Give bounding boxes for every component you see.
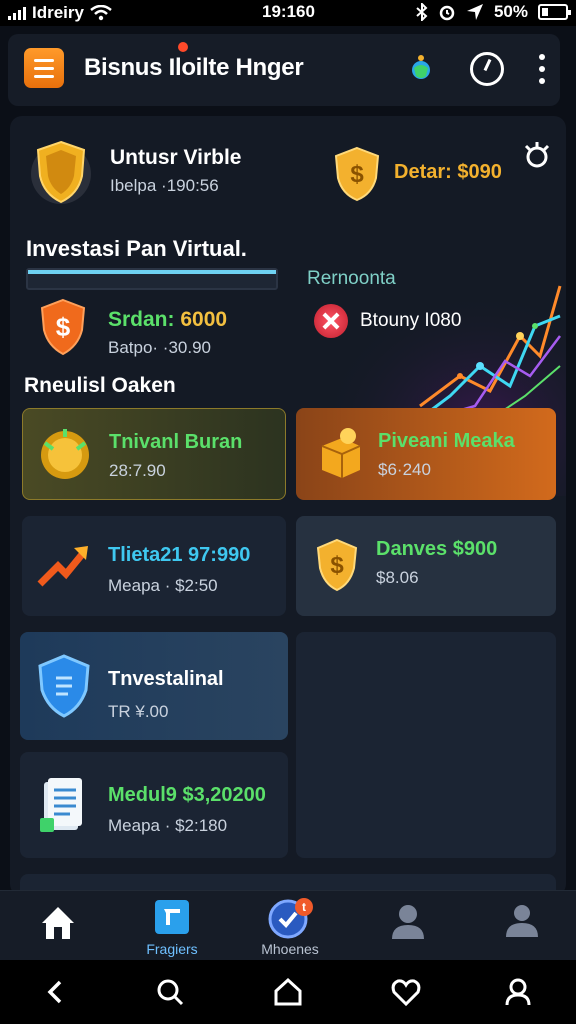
badge-icon: t xyxy=(268,898,313,939)
timer-button[interactable] xyxy=(470,52,504,86)
svg-text:$: $ xyxy=(330,552,344,579)
saldo-amount: 6000 xyxy=(180,308,228,331)
close-icon[interactable] xyxy=(314,304,348,338)
card-subtitle: Meapa · $2:180 xyxy=(108,816,228,835)
investment-card[interactable]: $ Danves $900 $8.06 xyxy=(296,516,556,616)
battery-icon xyxy=(538,4,571,20)
recommend-label: Rernoonta xyxy=(307,268,396,289)
card-subtitle: TR ¥.00 xyxy=(108,702,169,721)
alarm-icon xyxy=(439,5,455,21)
investment-card[interactable]: Tlieta21 97:990 Meapa · $2:50 xyxy=(22,516,286,616)
svg-text:$: $ xyxy=(350,161,364,188)
carrier-name: Idreiry xyxy=(32,3,84,22)
nav-label: Fragiers xyxy=(146,941,198,957)
card-title: Tlieta21 97:990 xyxy=(108,544,251,566)
signal-icon xyxy=(8,6,26,20)
card-title: Danves $900 xyxy=(376,538,498,560)
user-subtitle: Ibelpa ·190:56 xyxy=(110,176,219,195)
dollar-coin-icon: $ xyxy=(334,146,380,202)
card-subtitle: $8.06 xyxy=(376,568,419,587)
nav-portfolio[interactable]: Fragiers xyxy=(122,891,222,961)
saldo-value: Srdan: 6000 xyxy=(108,308,227,332)
menu-button[interactable] xyxy=(24,48,64,88)
back-icon[interactable] xyxy=(40,976,72,1008)
badge-count: t xyxy=(302,900,306,914)
user-icon[interactable] xyxy=(502,976,534,1008)
nav-account[interactable] xyxy=(472,891,572,961)
nav-label: Mhoenes xyxy=(261,941,319,957)
system-navigation-bar xyxy=(0,960,576,1024)
wifi-icon xyxy=(90,5,112,21)
app-title: Bisnus Iloilte Hnger xyxy=(84,54,304,81)
card-title: Medul9 $3,20200 xyxy=(108,784,266,806)
bluetooth-icon xyxy=(416,3,428,21)
balance-display: Detar: $090 xyxy=(394,161,502,183)
blue-shield-icon xyxy=(38,654,90,718)
nav-home[interactable] xyxy=(8,891,108,961)
search-icon[interactable] xyxy=(154,976,186,1008)
investment-card[interactable]: Tnvestalinal TR ¥.00 xyxy=(20,632,288,740)
profile-icon xyxy=(392,905,424,939)
heart-icon[interactable] xyxy=(390,976,422,1008)
investment-card[interactable]: Medul9 $3,20200 Meapa · $2:180 xyxy=(20,752,288,858)
card-title: Tnvestalinal xyxy=(108,668,224,690)
card-subtitle: $6·240 xyxy=(378,460,431,479)
bottom-navigation: Fragiers t Mhoenes xyxy=(0,890,576,960)
section-title-invest: Investasi Pan Virtual. xyxy=(26,236,247,261)
app-header: Bisnus Iloilte Hnger xyxy=(8,34,560,106)
svg-text:$: $ xyxy=(56,312,71,342)
investment-card[interactable]: Tnivanl Buran 28:7.90 xyxy=(22,408,286,500)
location-icon xyxy=(466,4,483,20)
card-subtitle: Meapa · $2:50 xyxy=(108,576,218,595)
card-title: Tnivanl Buran xyxy=(109,431,243,453)
settings-icon[interactable] xyxy=(522,140,552,170)
home-button-icon[interactable] xyxy=(272,976,304,1008)
portfolio-icon xyxy=(155,900,189,934)
main-panel: Untusr Virble Ibelpa ·190:56 $ Detar: $0… xyxy=(10,116,566,896)
document-stack-icon xyxy=(40,778,82,832)
account-icon xyxy=(506,905,538,937)
investment-card[interactable]: Piveani Meaka $6·240 xyxy=(296,408,556,500)
nav-profile[interactable] xyxy=(358,891,458,961)
gold-shield-icon xyxy=(31,140,91,204)
more-options-button[interactable] xyxy=(538,54,546,84)
globe-icon[interactable] xyxy=(410,54,432,82)
saldo-label: Srdan: xyxy=(108,308,175,331)
trend-arrow-icon xyxy=(37,546,88,587)
gold-cube-icon xyxy=(321,428,361,478)
empty-panel xyxy=(296,632,556,858)
gold-coin-icon xyxy=(41,429,89,479)
card-subtitle: 28:7.90 xyxy=(109,461,166,480)
home-icon xyxy=(42,907,74,939)
notification-dot xyxy=(178,42,188,52)
card-title: Piveani Meaka xyxy=(378,430,515,452)
brown-value: Btouny I080 xyxy=(360,310,462,331)
clock: 19:160 xyxy=(262,2,315,21)
section-title-recommend: Rneulisl Oaken xyxy=(24,374,176,397)
user-name: Untusr Virble xyxy=(110,146,242,169)
dollar-shield-icon: $ xyxy=(316,538,358,592)
progress-bar xyxy=(26,268,278,290)
battery-percent: 50% xyxy=(493,2,528,21)
nav-rewards[interactable]: t Mhoenes xyxy=(240,891,340,961)
orange-shield-icon: $ xyxy=(40,298,86,356)
saldo-subtitle: Batpo· ·30.90 xyxy=(108,338,212,357)
status-bar: Idreiry 19:160 50% xyxy=(0,0,576,26)
